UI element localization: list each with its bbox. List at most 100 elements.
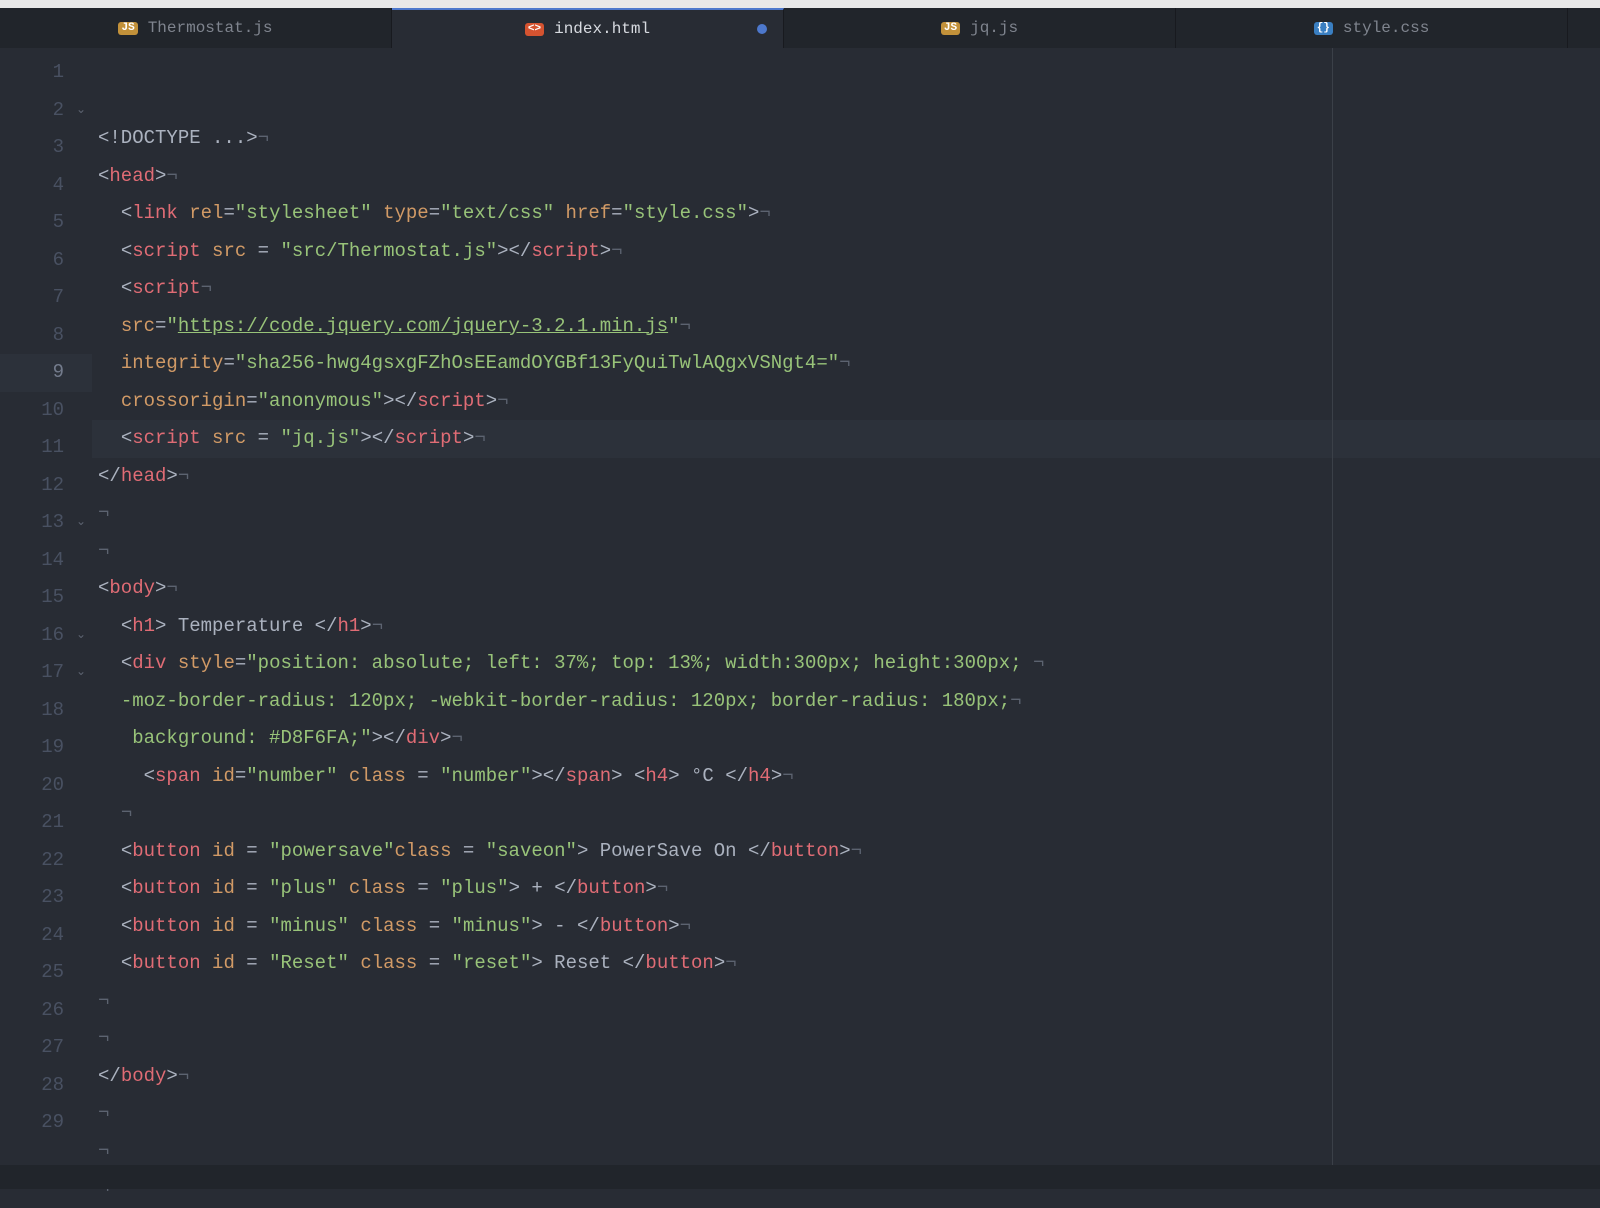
token-p: </ (98, 1065, 121, 1087)
fold-toggle-icon[interactable]: ⌄ (76, 617, 86, 655)
code-line[interactable]: <button id = "powersave"class = "saveon"… (92, 833, 1600, 871)
line-number[interactable]: 14 (0, 542, 92, 580)
line-number[interactable]: 29 (0, 1104, 92, 1142)
code-line[interactable]: </head>¬ (92, 458, 1600, 496)
code-line[interactable]: crossorigin="anonymous"></script>¬ (92, 383, 1600, 421)
code-line[interactable]: ¬ (92, 1020, 1600, 1058)
token-t: div (132, 652, 166, 674)
code-line[interactable]: ¬ (92, 495, 1600, 533)
indent-guide (98, 915, 121, 937)
token-tx: Temperature (166, 615, 314, 637)
line-number[interactable]: 21 (0, 804, 92, 842)
line-number[interactable]: 20 (0, 767, 92, 805)
line-number[interactable]: 8 (0, 317, 92, 355)
token-tx: PowerSave On (588, 840, 748, 862)
token-a: src (212, 240, 246, 262)
line-number[interactable]: 15 (0, 579, 92, 617)
token-a: id (212, 915, 235, 937)
line-number[interactable]: 26 (0, 992, 92, 1030)
line-number[interactable]: 17⌄ (0, 654, 92, 692)
line-number[interactable]: 7 (0, 279, 92, 317)
token-iv: ¬ (657, 877, 668, 899)
token-tx: + (520, 877, 554, 899)
gutter: 12⌄345678910111213⌄141516⌄17⌄18192021222… (0, 48, 92, 1165)
line-number[interactable]: 4 (0, 167, 92, 205)
code-line[interactable]: ¬ (92, 795, 1600, 833)
indent-guide (98, 315, 121, 337)
line-number[interactable]: 6 (0, 242, 92, 280)
token-p: </ (725, 765, 748, 787)
code-area[interactable]: <!DOCTYPE ...>¬<head>¬ <link rel="styles… (92, 48, 1600, 1165)
code-line[interactable]: <button id = "plus" class = "plus"> + </… (92, 870, 1600, 908)
fold-toggle-icon[interactable]: ⌄ (76, 92, 86, 130)
line-number[interactable]: 9 (0, 354, 92, 392)
tab-label: jq.js (970, 19, 1018, 37)
code-line[interactable]: <h1> Temperature </h1>¬ (92, 608, 1600, 646)
token-s: "plus" (440, 877, 508, 899)
code-line[interactable]: ¬ (92, 533, 1600, 571)
code-line[interactable]: <script¬ (92, 270, 1600, 308)
indent-guide (121, 765, 144, 787)
code-line[interactable]: integrity="sha256-hwg4gsxgFZhOsEEamdOYGB… (92, 345, 1600, 383)
code-line[interactable]: background: #D8F6FA;"></div>¬ (92, 720, 1600, 758)
token-t: button (132, 915, 200, 937)
token-p: = (406, 765, 440, 787)
token-t: h4 (748, 765, 771, 787)
token-p: = (417, 915, 451, 937)
code-line[interactable]: ¬ (92, 1095, 1600, 1133)
code-line[interactable]: src="https://code.jquery.com/jquery-3.2.… (92, 308, 1600, 346)
code-line[interactable]: <script src = "src/Thermostat.js"></scri… (92, 233, 1600, 271)
code-line[interactable]: <body>¬ (92, 570, 1600, 608)
code-line[interactable]: <button id = "Reset" class = "reset"> Re… (92, 945, 1600, 983)
line-number[interactable]: 1 (0, 54, 92, 92)
line-number[interactable]: 23 (0, 879, 92, 917)
line-number[interactable]: 16⌄ (0, 617, 92, 655)
line-number[interactable]: 25 (0, 954, 92, 992)
line-number[interactable]: 11 (0, 429, 92, 467)
tab-style-css[interactable]: {}style.css (1176, 8, 1568, 48)
code-line[interactable]: <link rel="stylesheet" type="text/css" h… (92, 195, 1600, 233)
token-s: "style.css" (623, 202, 748, 224)
line-number[interactable]: 18 (0, 692, 92, 730)
tab-index-html[interactable]: <>index.html (392, 8, 784, 48)
token-p (201, 877, 212, 899)
token-a: src (121, 315, 155, 337)
line-number[interactable]: 24 (0, 917, 92, 955)
tab-thermostat-js[interactable]: JSThermostat.js (0, 8, 392, 48)
code-line[interactable]: <!DOCTYPE ...>¬ (92, 120, 1600, 158)
line-number[interactable]: 10 (0, 392, 92, 430)
line-number[interactable]: 27 (0, 1029, 92, 1067)
line-number[interactable]: 5 (0, 204, 92, 242)
code-line[interactable]: </body>¬ (92, 1058, 1600, 1096)
window-titlebar (0, 0, 1600, 8)
token-iv: ¬ (178, 465, 189, 487)
token-t: button (132, 952, 200, 974)
token-a: crossorigin (121, 390, 246, 412)
token-t: span (566, 765, 612, 787)
line-number[interactable]: 13⌄ (0, 504, 92, 542)
fold-toggle-icon[interactable]: ⌄ (76, 654, 86, 692)
token-a: href (566, 202, 612, 224)
token-iv: ¬ (759, 202, 770, 224)
line-number[interactable]: 22 (0, 842, 92, 880)
token-p (201, 240, 212, 262)
code-line[interactable]: <script src = "jq.js"></script>¬ (92, 420, 1600, 458)
tab-label: Thermostat.js (148, 19, 273, 37)
code-line[interactable]: <head>¬ (92, 158, 1600, 196)
line-number[interactable]: 2⌄ (0, 92, 92, 130)
code-line[interactable]: <div style="position: absolute; left: 37… (92, 645, 1600, 683)
code-line[interactable]: -moz-border-radius: 120px; -webkit-borde… (92, 683, 1600, 721)
code-line[interactable]: <span id="number" class = "number"></spa… (92, 758, 1600, 796)
token-s: "stylesheet" (235, 202, 372, 224)
token-p: = (246, 240, 280, 262)
code-line[interactable]: <button id = "minus" class = "minus"> - … (92, 908, 1600, 946)
html-file-icon: <> (525, 23, 544, 36)
line-number[interactable]: 3 (0, 129, 92, 167)
fold-toggle-icon[interactable]: ⌄ (76, 504, 86, 542)
tab-jq-js[interactable]: JSjq.js (784, 8, 1176, 48)
code-line[interactable]: ¬ (92, 983, 1600, 1021)
line-number[interactable]: 28 (0, 1067, 92, 1105)
line-number[interactable]: 19 (0, 729, 92, 767)
line-number[interactable]: 12 (0, 467, 92, 505)
indent-guide (98, 352, 121, 374)
